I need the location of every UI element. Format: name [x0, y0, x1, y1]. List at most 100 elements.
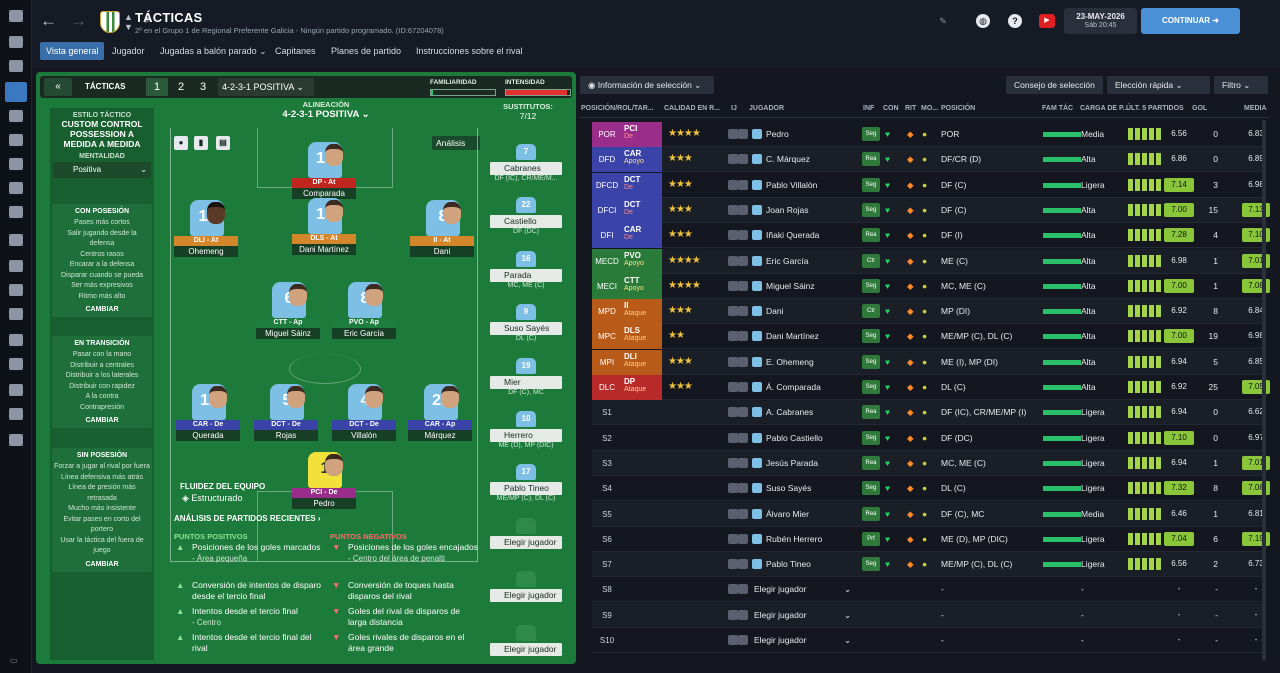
kit-icon[interactable] [738, 255, 748, 266]
row-position[interactable]: S3 [592, 451, 622, 476]
player-name[interactable]: Rojas [254, 430, 318, 441]
row-position[interactable]: MECD [592, 248, 622, 274]
col-ij[interactable]: IJ [731, 105, 737, 112]
col-rit[interactable]: RIT [905, 105, 916, 112]
player-name[interactable]: Elegir jugador [754, 635, 806, 645]
table-row[interactable]: S10 Elegir jugador ⌄ - - - - - [592, 628, 1262, 653]
tab-jugadas-balon-parado[interactable]: Jugadas a balón parado ⌄ [154, 42, 273, 60]
row-position[interactable]: MPC [592, 324, 622, 350]
col-mo[interactable]: MO... [921, 105, 938, 112]
table-row[interactable]: S5 Álvaro Mier Rea ♥ ◆ ● DF (C), MC Media 6.46 1 6… [592, 501, 1264, 527]
player-role[interactable]: DCT - De [332, 420, 396, 430]
col-jugador[interactable]: JUGADOR [749, 105, 784, 112]
kit-icon[interactable] [728, 129, 738, 139]
tactic-slot-3[interactable]: 3 [192, 78, 214, 96]
sub-slot[interactable]: 7 Cabranes DF (IC), CR/ME/M... [490, 144, 562, 184]
row-position[interactable]: DFD [592, 147, 622, 173]
sub-slot[interactable]: Elegir jugador [490, 571, 562, 611]
kit-icon[interactable] [728, 382, 738, 392]
row-position[interactable]: S10 [592, 628, 622, 653]
player-name[interactable]: Á. Comparada [766, 382, 821, 392]
player-role[interactable]: DLI - At [174, 236, 238, 246]
player-name[interactable]: Rubén Herrero [766, 534, 822, 544]
table-row[interactable]: S1 A. Cabranes Rea ♥ ◆ ● DF (IC), CR/ME/MP (I)… [592, 400, 1264, 426]
player-name[interactable]: Pedro [766, 129, 789, 139]
row-position[interactable]: POR [592, 122, 622, 147]
kit-icon[interactable] [738, 280, 748, 291]
col-inf[interactable]: INF [863, 105, 874, 112]
kit-icon[interactable] [738, 382, 748, 392]
player-role[interactable]: CAR - Ap [408, 420, 472, 430]
row-role[interactable]: II Ataque [622, 299, 662, 325]
sub-name[interactable]: Pablo Tineo [490, 482, 562, 496]
tab-capitanes[interactable]: Capitanes [269, 42, 322, 60]
kit-icon[interactable] [728, 204, 738, 215]
schedule-icon[interactable] [9, 234, 23, 246]
scrollbar[interactable] [1262, 120, 1266, 660]
col-posicion-rol[interactable]: POSICIÓN/ROL/TAR... [581, 105, 654, 112]
player-name[interactable]: Márquez [408, 430, 472, 441]
sub-name[interactable]: Suso Sayés [490, 322, 562, 336]
table-row[interactable]: S6 Rubén Herrero Prf ♥ ◆ ● ME (D), MP (DIC) Lig… [592, 527, 1270, 552]
player-role[interactable]: DP - At [292, 178, 356, 188]
row-position[interactable]: MPD [592, 299, 622, 325]
kit-icon[interactable] [728, 230, 738, 241]
kit-icon[interactable] [728, 407, 738, 418]
row-position[interactable]: S6 [592, 527, 622, 552]
col-con[interactable]: CON [883, 105, 899, 112]
pitch-player[interactable]: 21CAR - ApMárquez [408, 384, 472, 454]
player-name[interactable]: Pablo Castiello [766, 433, 823, 443]
kit-icon[interactable] [738, 635, 748, 645]
row-role[interactable]: DP Ataque [622, 375, 662, 400]
row-role[interactable]: DCT De [622, 172, 662, 198]
row-position[interactable]: S9 [592, 603, 622, 628]
estilo-value[interactable]: CUSTOM CONTROL POSSESSION A MEDIDA A MED… [50, 119, 154, 149]
player-name[interactable]: Querada [176, 430, 240, 441]
tactics-icon[interactable] [5, 82, 27, 102]
help-icon[interactable]: ? [1008, 14, 1022, 28]
row-position[interactable]: MECI [592, 273, 622, 299]
tactic-slot-1[interactable]: 1 [146, 78, 168, 96]
table-row[interactable]: POR PCI De ★★★★ Pedro Seg ♥ ◆ ● POR Media 6.56 0 6.83 [592, 122, 1264, 147]
kit-icon[interactable] [738, 179, 748, 190]
sub-name[interactable]: Castiello [490, 215, 562, 229]
collapse-icon[interactable]: « [44, 78, 72, 96]
player-role[interactable]: CAR - De [176, 420, 240, 430]
youtube-icon[interactable]: ▶ [1039, 14, 1055, 28]
row-position[interactable]: DLC [592, 375, 622, 400]
continue-button[interactable]: CONTINUAR ➜ [1141, 8, 1240, 34]
row-role[interactable]: DLI Ataque [622, 349, 662, 375]
sub-name[interactable]: Cabranes [490, 162, 562, 175]
player-name[interactable]: Elegir jugador [754, 584, 806, 594]
sub-slot[interactable]: 19 Mier DF (C), MC [490, 357, 562, 398]
player-role[interactable]: PCI - De [292, 488, 356, 498]
kit-icon[interactable] [738, 559, 748, 570]
competitions-icon[interactable] [9, 260, 23, 272]
row-position[interactable]: S5 [592, 502, 622, 527]
keyboard-icon[interactable]: ▭ [10, 656, 18, 665]
player-name[interactable]: Iñaki Querada [766, 230, 819, 240]
table-row[interactable]: MPC DLS Ataque ★★ Dani Martínez Seg ♥ ◆ ● ME/MP (… [592, 324, 1264, 350]
player-name[interactable]: Suso Sayés [766, 483, 811, 493]
sub-slot[interactable]: 22 Castiello DF (DC) [490, 197, 562, 237]
club-crest[interactable] [100, 11, 120, 33]
kit-icon[interactable] [738, 154, 748, 165]
player-role[interactable]: PVO - Ap [332, 318, 396, 328]
table-row[interactable]: MECD PVO Apoyo ★★★★ Eric García Ctr ♥ ◆ ● ME (C) A… [592, 248, 1270, 274]
sub-slot[interactable]: 9 Suso Sayés DL (C) [490, 304, 562, 344]
kit-icon[interactable] [738, 432, 748, 443]
player-name[interactable]: Elegir jugador [754, 610, 806, 620]
analisis-recientes-link[interactable]: ANÁLISIS DE PARTIDOS RECIENTES › [174, 514, 321, 523]
kit-icon[interactable] [738, 129, 748, 139]
table-row[interactable]: S9 Elegir jugador ⌄ - - - - - [592, 602, 1262, 628]
player-name[interactable]: Pedro [292, 498, 356, 509]
cambiar-button[interactable]: CAMBIAR [54, 561, 150, 568]
sub-name[interactable]: Elegir jugador [490, 535, 562, 549]
table-row[interactable]: S8 Elegir jugador ⌄ - - - - - [592, 577, 1262, 603]
player-name[interactable]: C. Márquez [766, 154, 810, 164]
table-row[interactable]: S3 Jesús Parada Rea ♥ ◆ ● MC, ME (C) Ligera 6.94… [592, 450, 1270, 476]
info-seleccion-select[interactable]: ◉ Información de selección ⌄ [580, 76, 714, 94]
sub-name[interactable]: Elegir jugador [490, 589, 562, 603]
scouting-icon[interactable] [9, 206, 23, 218]
col-gol[interactable]: GOL [1192, 105, 1207, 112]
